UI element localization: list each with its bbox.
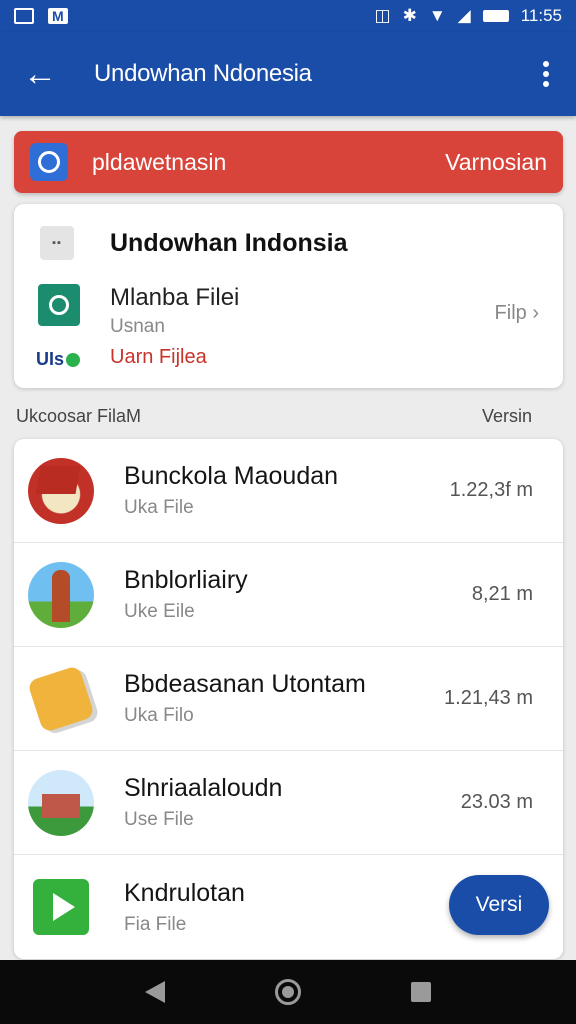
- play-dot-icon: [66, 352, 81, 367]
- status-bar: ◫ ✱ ▼ ◢ 11:55: [0, 0, 576, 32]
- list-item-size: 1.21,43 m: [444, 687, 533, 709]
- uis-logo: UIs: [36, 349, 81, 370]
- signal-icon: ◢: [457, 6, 471, 25]
- banner-app-icon: [30, 143, 68, 181]
- tower-icon: [28, 561, 94, 628]
- list-item[interactable]: Bbdeasanan Utontam Uka Filo 1.21,43 m: [14, 647, 563, 751]
- list-item-title: Slnriaalaloudn: [124, 774, 283, 802]
- section-right-label[interactable]: Versin: [482, 406, 532, 427]
- scroll-icon: [28, 666, 94, 732]
- list-item-size: 23.03 m: [460, 791, 533, 813]
- info-item-link[interactable]: Uarn Fijlea: [110, 346, 239, 369]
- banner-text: pldawetnasin: [92, 148, 227, 175]
- section-title: Ukcoosar FilaM: [16, 406, 142, 426]
- list-item-size: 1.22,3f m: [449, 479, 533, 501]
- app-title: Undowhan Ndonesia: [94, 60, 312, 87]
- list-item-size: 8,21 m: [471, 583, 533, 605]
- promo-banner[interactable]: pldawetnasin Varnosian: [14, 131, 563, 193]
- play-icon: [33, 879, 89, 935]
- file-manager-icon: [38, 284, 80, 326]
- status-clock: 11:55: [520, 6, 562, 25]
- bluetooth-icon: ✱: [402, 6, 417, 25]
- info-item-title: Mlanba Filei: [110, 284, 240, 311]
- gmail-notification-icon: [48, 8, 68, 24]
- nav-recents-icon[interactable]: [411, 982, 431, 1002]
- gallery-notification-icon: [14, 8, 34, 24]
- nav-home-icon[interactable]: [275, 979, 301, 1005]
- list-item-title: Bunckola Maoudan: [124, 462, 339, 490]
- versi-fab-button[interactable]: Versi: [449, 875, 549, 935]
- town-icon: [28, 769, 94, 836]
- battery-icon: [482, 10, 509, 22]
- info-action-button[interactable]: Filp ›: [495, 302, 539, 325]
- more-options-button[interactable]: [532, 61, 560, 87]
- uis-logo-text: UIs: [36, 349, 65, 369]
- list-item-title: Kndrulotan: [124, 878, 245, 907]
- list-item-title: Bnblorliairy: [124, 566, 248, 594]
- app-thumbnail-icon: ▪▪: [40, 226, 74, 260]
- list-item-sub: Uka Filo: [124, 705, 194, 726]
- list-item[interactable]: Bunckola Maoudan Uka File 1.22,3f m: [14, 439, 563, 543]
- list-item-title: Bbdeasanan Utontam: [124, 670, 366, 698]
- banner-action-button[interactable]: Varnosian: [445, 149, 547, 176]
- system-nav-bar: [0, 960, 576, 1024]
- list-item-sub: Use File: [124, 809, 194, 830]
- list-item-sub: Uka File: [124, 497, 194, 518]
- info-item-sub: Usnan: [110, 316, 165, 337]
- list-item[interactable]: Bnblorliairy Uke Eile 8,21 m: [14, 543, 563, 647]
- nav-back-icon[interactable]: [145, 981, 165, 1003]
- book-icon: [28, 457, 94, 524]
- vibrate-icon: ◫: [374, 6, 391, 25]
- section-header: Ukcoosar FilaM Versin: [16, 406, 532, 427]
- app-bar: ← Undowhan Ndonesia: [0, 32, 576, 116]
- list-item-sub: Uke Eile: [124, 601, 195, 622]
- list-item-sub: Fia File: [124, 913, 187, 935]
- arrow-left-icon: ←: [23, 54, 57, 93]
- info-file-row[interactable]: Mlanba Filei Usnan Uarn Fijlea Filp ›: [38, 284, 539, 369]
- back-button[interactable]: ←: [16, 50, 64, 98]
- list-item[interactable]: Slnriaalaloudn Use File 23.03 m: [14, 751, 563, 855]
- info-card: ▪▪ Undowhan Indonsia Mlanba Filei Usnan …: [14, 204, 563, 388]
- info-card-title: Undowhan Indonsia: [110, 228, 348, 257]
- wifi-icon: ▼: [428, 6, 446, 25]
